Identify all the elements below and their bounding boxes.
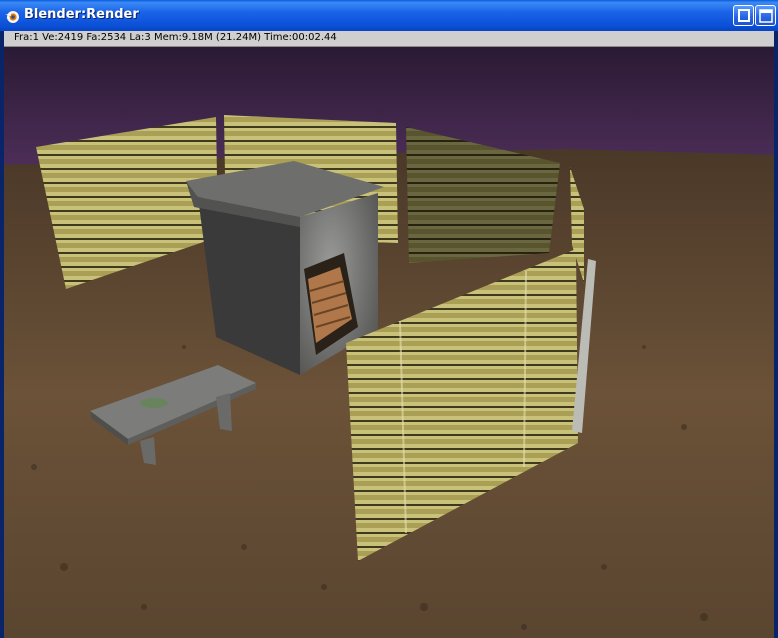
render-stats: Fra:1 Ve:2419 Fa:2534 La:3 Mem:9.18M (21… [14,32,337,43]
render-viewport [4,47,774,638]
window-title: Blender:Render [24,7,139,22]
maximize-icon [759,9,773,23]
render-window: Blender:Render Fra:1 Ve:2419 Fa:2534 La:… [0,0,778,638]
rendered-scene [4,47,774,638]
render-status-bar: Fra:1 Ve:2419 Fa:2534 La:3 Mem:9.18M (21… [4,31,774,47]
blender-icon [5,11,19,23]
maximize-button[interactable] [755,5,776,26]
title-bar[interactable]: Blender:Render [0,0,778,31]
minimize-button[interactable] [733,5,754,26]
minimize-icon [738,9,750,22]
